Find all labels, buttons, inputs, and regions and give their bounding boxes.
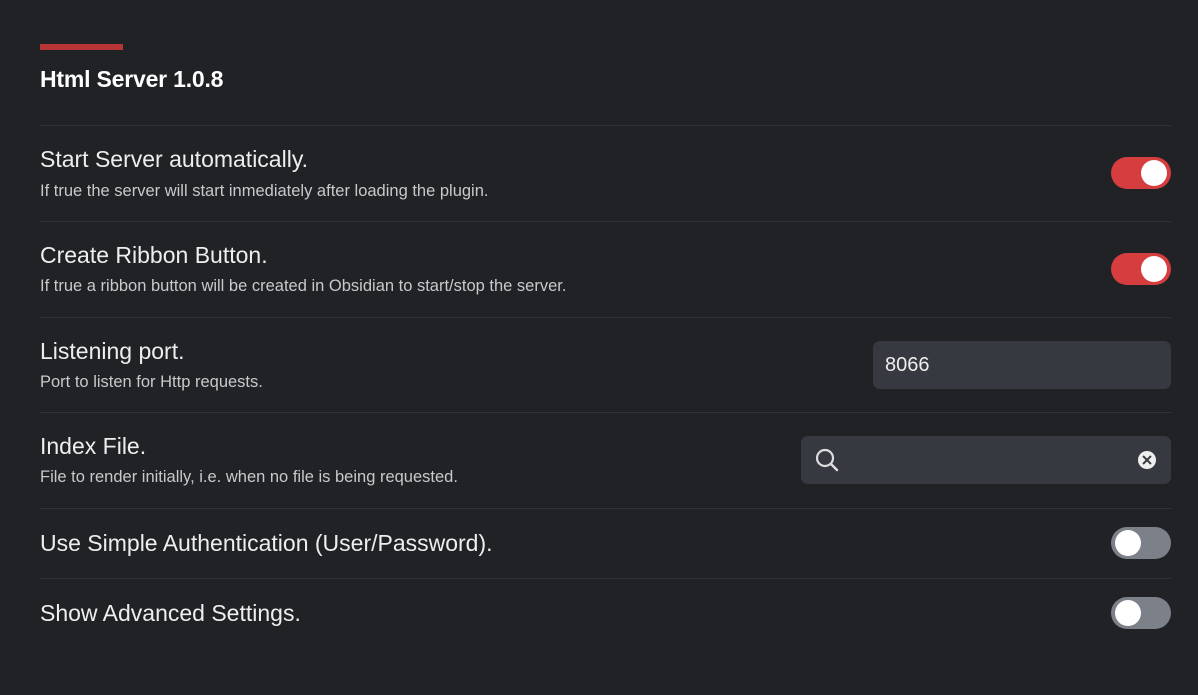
start-server-toggle[interactable] [1111, 157, 1171, 189]
index-file-input[interactable] [849, 436, 1127, 484]
setting-description: Port to listen for Http requests. [40, 373, 263, 391]
setting-start-server: Start Server automatically. If true the … [40, 126, 1171, 221]
setting-name: Create Ribbon Button. [40, 242, 268, 268]
setting-name: Index File. [40, 433, 147, 459]
heading-accent-bar [40, 44, 123, 50]
setting-simple-auth: Use Simple Authentication (User/Password… [40, 509, 1171, 578]
listening-port-input[interactable] [873, 341, 1171, 389]
setting-name: Show Advanced Settings. [40, 600, 301, 626]
setting-description: If true the server will start inmediatel… [40, 182, 489, 200]
setting-listening-port: Listening port. Port to listen for Http … [40, 318, 1171, 412]
plugin-title: Html Server 1.0.8 [40, 66, 224, 92]
toggle-knob [1115, 600, 1141, 626]
setting-index-file: Index File. File to render initially, i.… [40, 413, 1171, 508]
setting-name: Listening port. [40, 338, 185, 364]
setting-name: Start Server automatically. [40, 146, 309, 172]
toggle-knob [1141, 160, 1167, 186]
setting-advanced-settings: Show Advanced Settings. [40, 579, 1171, 648]
setting-ribbon-button: Create Ribbon Button. If true a ribbon b… [40, 222, 1171, 317]
plugin-settings-pane: Html Server 1.0.8 Start Server automatic… [0, 0, 1198, 695]
toggle-knob [1115, 530, 1141, 556]
setting-description: File to render initially, i.e. when no f… [40, 468, 458, 486]
clear-icon[interactable] [1137, 450, 1157, 470]
toggle-knob [1141, 256, 1167, 282]
advanced-settings-toggle[interactable] [1111, 597, 1171, 629]
setting-description: If true a ribbon button will be created … [40, 277, 567, 295]
index-file-search [801, 436, 1171, 484]
search-icon [815, 448, 839, 472]
setting-name: Use Simple Authentication (User/Password… [40, 530, 493, 556]
simple-auth-toggle[interactable] [1111, 527, 1171, 559]
ribbon-button-toggle[interactable] [1111, 253, 1171, 285]
